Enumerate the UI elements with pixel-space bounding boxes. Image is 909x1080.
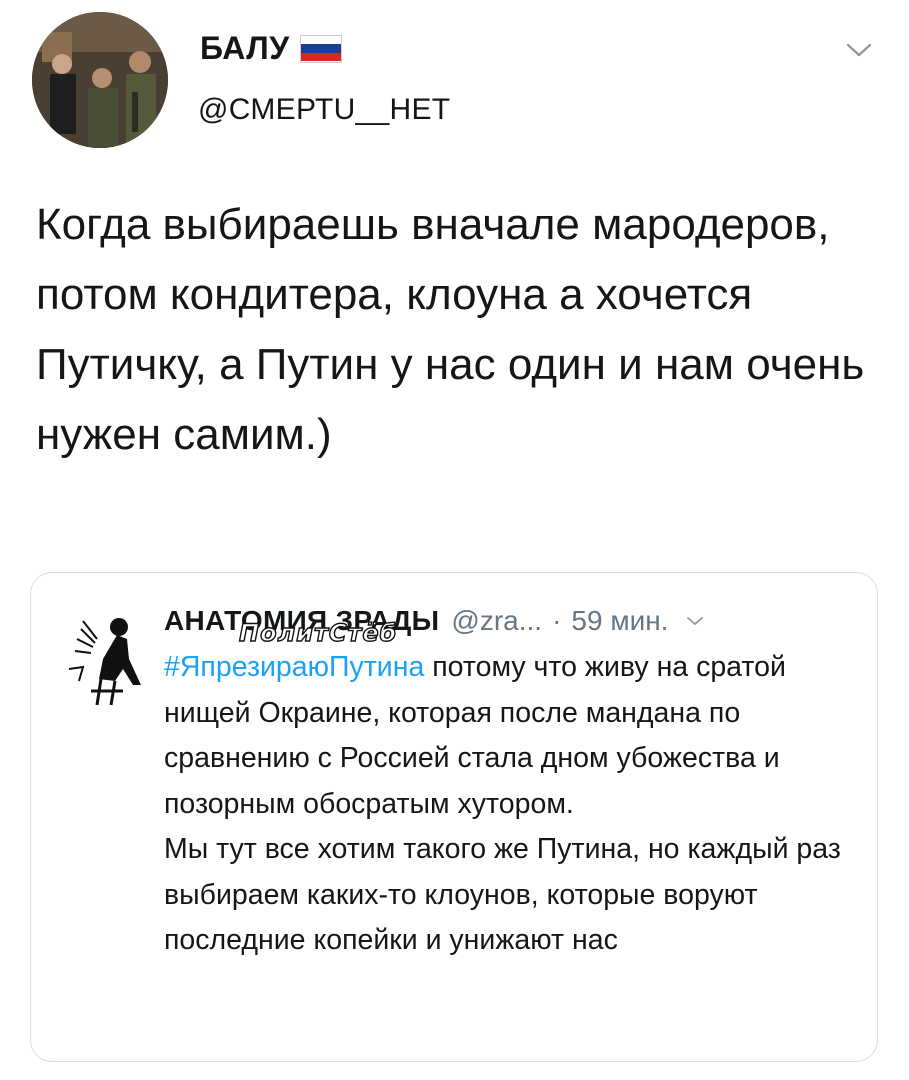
author-name[interactable]: БАЛУ <box>200 30 290 67</box>
author-name-row: БАЛУ <box>200 30 342 67</box>
quoted-tweet-card[interactable]: АНАТОМИЯ ЗРАДЫ @zra... · 59 мин. #Япрези… <box>30 572 878 1062</box>
silhouette-avatar-icon[interactable] <box>61 609 161 709</box>
group-photo-avatar-icon <box>32 12 168 148</box>
watermark-logo: ПолитСтёб <box>238 618 398 647</box>
chevron-down-icon[interactable] <box>846 40 872 60</box>
hashtag-link[interactable]: #ЯпрезираюПутина <box>164 651 424 683</box>
author-avatar[interactable] <box>32 12 168 148</box>
russia-flag-icon <box>299 34 342 63</box>
quoted-author-handle[interactable]: @zra... <box>451 605 542 637</box>
quoted-separator: · <box>552 605 562 636</box>
tweet-text: Когда выбираешь вначале мародеров, потом… <box>36 200 865 459</box>
quoted-timestamp[interactable]: 59 мин. <box>571 605 668 637</box>
chevron-down-icon[interactable] <box>686 614 704 628</box>
author-handle[interactable]: @СМЕРТU__НЕТ <box>198 93 450 127</box>
quoted-text-part-2: Мы тут все хотим такого же Путина, но ка… <box>164 833 841 956</box>
tweet: БАЛУ @СМЕРТU__НЕТ Когда выбираешь вначал… <box>0 0 909 1080</box>
quoted-tweet-text: #ЯпрезираюПутина потому что живу на срат… <box>164 645 854 964</box>
